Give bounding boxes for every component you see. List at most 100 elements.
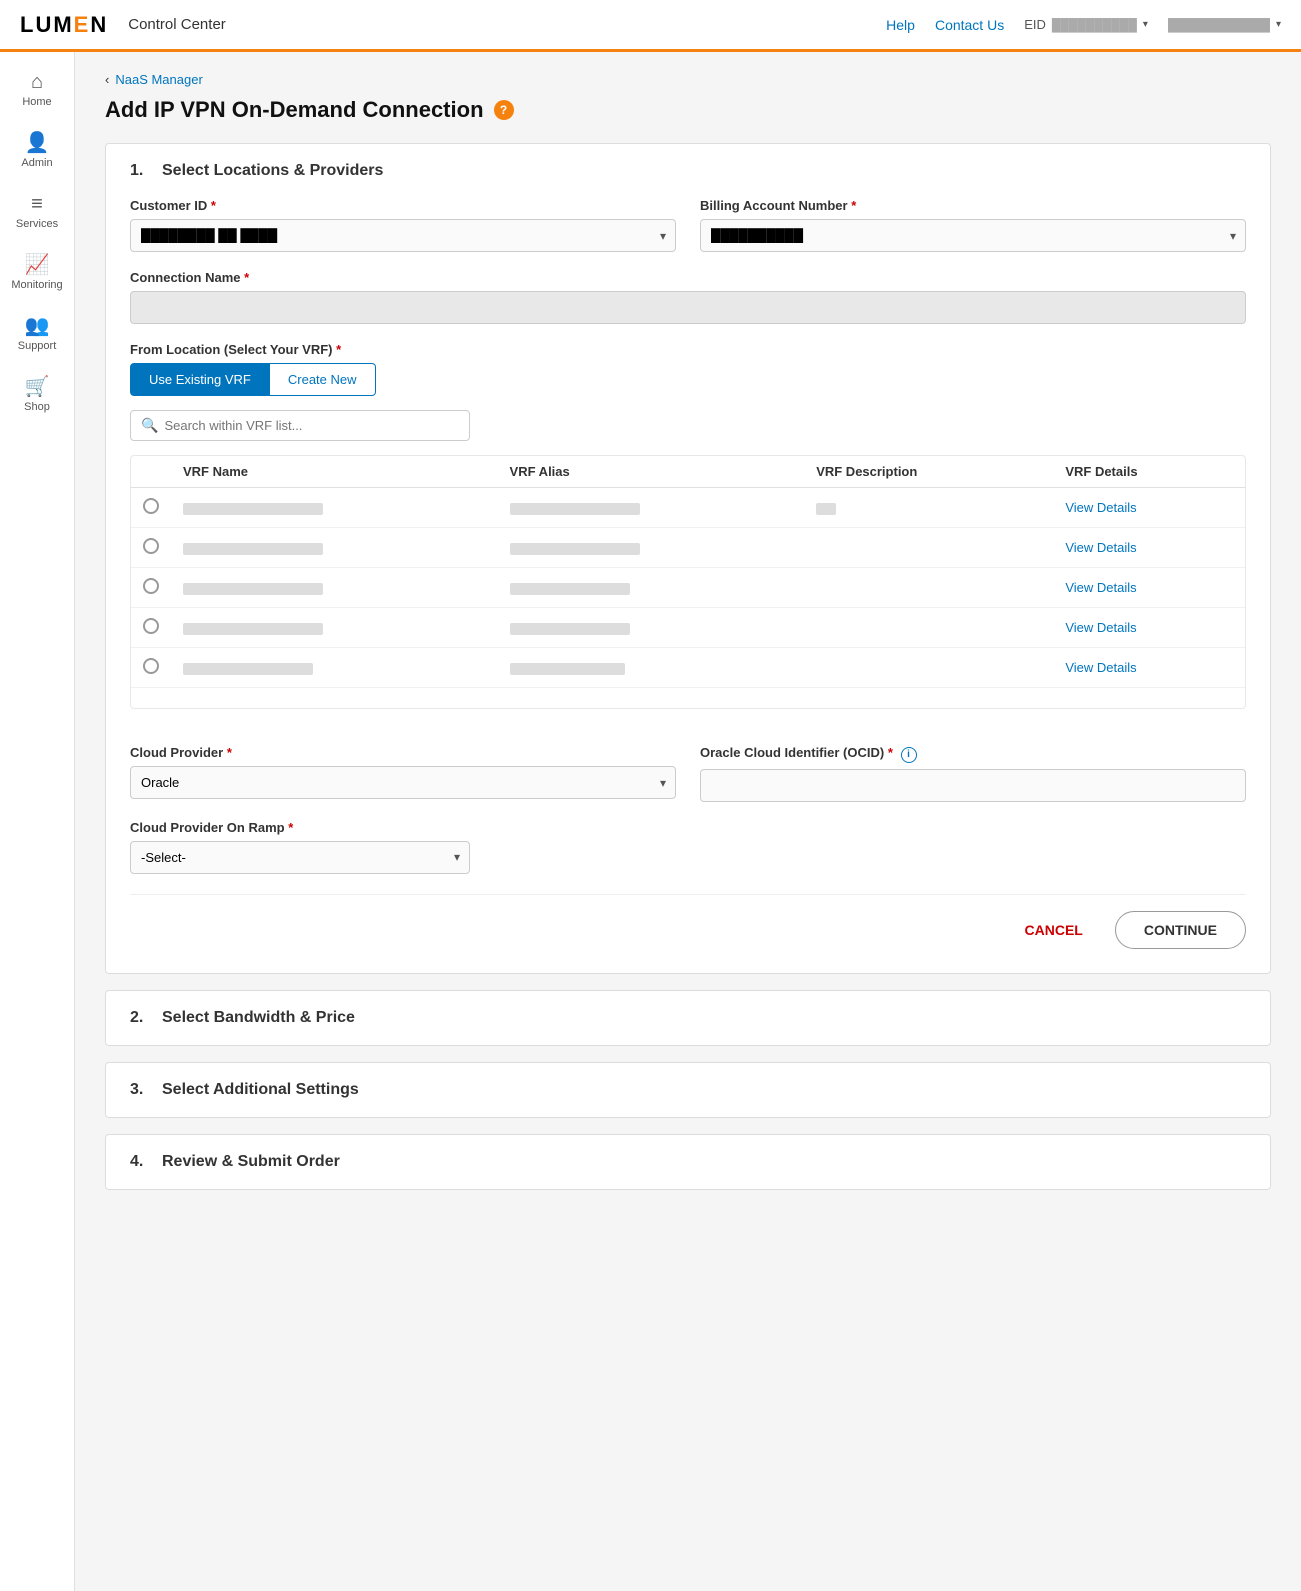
vrf-row-alias — [498, 568, 805, 608]
account-value: ████████████ — [1168, 18, 1270, 32]
vrf-col-details: VRF Details — [1053, 456, 1245, 488]
sidebar-item-home[interactable]: ⌂ Home — [0, 62, 74, 118]
form-actions: CANCEL CONTINUE — [130, 894, 1246, 949]
from-location-group: From Location (Select Your VRF) * Use Ex… — [130, 342, 1246, 727]
step-1-title: Select Locations & Providers — [162, 162, 383, 180]
radio-button[interactable] — [143, 538, 159, 554]
account-dropdown[interactable]: ████████████ ▾ — [1168, 18, 1281, 32]
step-2-header: 2. Select Bandwidth & Price — [106, 991, 1270, 1045]
sidebar-item-label: Services — [16, 218, 58, 230]
step-2-number: 2. — [130, 1009, 150, 1027]
on-ramp-group: Cloud Provider On Ramp * -Select- ▾ — [130, 820, 470, 874]
use-existing-vrf-tab[interactable]: Use Existing VRF — [130, 363, 270, 396]
vrf-col-alias: VRF Alias — [498, 456, 805, 488]
logo: LUMEN — [20, 12, 108, 38]
billing-account-select[interactable]: ██████████ — [700, 219, 1246, 252]
main-content: ‹ NaaS Manager Add IP VPN On-Demand Conn… — [75, 52, 1301, 1591]
vrf-row-radio-cell[interactable] — [131, 488, 171, 528]
ocid-label: Oracle Cloud Identifier (OCID) * i — [700, 745, 1246, 763]
view-details-link[interactable]: View Details — [1065, 580, 1136, 595]
cloud-provider-select[interactable]: Oracle AWS Azure Google Cloud — [130, 766, 676, 799]
form-row-from-location: From Location (Select Your VRF) * Use Ex… — [130, 342, 1246, 727]
radio-button[interactable] — [143, 578, 159, 594]
cancel-button[interactable]: CANCEL — [1009, 911, 1099, 949]
vrf-row-details[interactable]: View Details — [1053, 608, 1245, 648]
vrf-row-details[interactable]: View Details — [1053, 528, 1245, 568]
billing-account-select-wrapper[interactable]: ██████████ ▾ — [700, 219, 1246, 252]
vrf-row-details[interactable]: View Details — [1053, 648, 1245, 688]
vrf-row-name — [171, 568, 498, 608]
table-row: View Details — [131, 568, 1245, 608]
vrf-row-radio-cell[interactable] — [131, 608, 171, 648]
step-4-title: Review & Submit Order — [162, 1153, 340, 1171]
form-row-on-ramp: Cloud Provider On Ramp * -Select- ▾ — [130, 820, 1246, 874]
sidebar-item-support[interactable]: 👥 Support — [0, 306, 74, 362]
sidebar-item-services[interactable]: ≡ Services — [0, 184, 74, 240]
vrf-row-description — [804, 568, 1053, 608]
view-details-link[interactable]: View Details — [1065, 500, 1136, 515]
vrf-row-alias — [498, 608, 805, 648]
vrf-search-box[interactable]: 🔍 — [130, 410, 470, 441]
vrf-row-alias — [498, 528, 805, 568]
from-location-label: From Location (Select Your VRF) * — [130, 342, 1246, 357]
vrf-row-radio-cell[interactable] — [131, 568, 171, 608]
cloud-provider-select-wrapper[interactable]: Oracle AWS Azure Google Cloud ▾ — [130, 766, 676, 799]
on-ramp-select[interactable]: -Select- — [130, 841, 470, 874]
help-circle-icon[interactable]: ? — [494, 100, 514, 120]
vrf-row-radio-cell[interactable] — [131, 648, 171, 688]
sidebar-item-label: Support — [18, 340, 57, 352]
step-4-header: 4. Review & Submit Order — [106, 1135, 1270, 1189]
sidebar-item-label: Home — [22, 96, 51, 108]
vrf-row-description — [804, 488, 1053, 528]
radio-button[interactable] — [143, 498, 159, 514]
connection-name-input[interactable] — [130, 291, 1246, 324]
sidebar-item-monitoring[interactable]: 📈 Monitoring — [0, 245, 74, 301]
continue-button[interactable]: CONTINUE — [1115, 911, 1246, 949]
vrf-row-alias — [498, 488, 805, 528]
radio-button[interactable] — [143, 618, 159, 634]
customer-id-label: Customer ID * — [130, 198, 676, 213]
view-details-link[interactable]: View Details — [1065, 660, 1136, 675]
vrf-table-scroll[interactable]: VRF Name VRF Alias VRF Description VRF D… — [131, 456, 1245, 708]
view-details-link[interactable]: View Details — [1065, 620, 1136, 635]
customer-id-select[interactable]: ████████ ██ ████ — [130, 219, 676, 252]
vrf-row-radio-cell[interactable] — [131, 528, 171, 568]
on-ramp-select-wrapper[interactable]: -Select- ▾ — [130, 841, 470, 874]
ocid-info-icon[interactable]: i — [901, 747, 917, 763]
home-icon: ⌂ — [31, 72, 43, 92]
view-details-link[interactable]: View Details — [1065, 540, 1136, 555]
ocid-input[interactable] — [700, 769, 1246, 802]
vrf-col-description: VRF Description — [804, 456, 1053, 488]
vrf-row-alias — [498, 648, 805, 688]
step-2-card: 2. Select Bandwidth & Price — [105, 990, 1271, 1046]
vrf-search-input[interactable] — [164, 418, 459, 433]
step-3-title: Select Additional Settings — [162, 1081, 359, 1099]
step-2-title: Select Bandwidth & Price — [162, 1009, 355, 1027]
sidebar-item-shop[interactable]: 🛒 Shop — [0, 367, 74, 423]
vrf-row-description — [804, 528, 1053, 568]
customer-id-select-wrapper[interactable]: ████████ ██ ████ ▾ — [130, 219, 676, 252]
vrf-row-description — [804, 608, 1053, 648]
vrf-row-name — [171, 488, 498, 528]
vrf-row-details[interactable]: View Details — [1053, 488, 1245, 528]
admin-icon: 👤 — [25, 133, 50, 153]
sidebar-item-admin[interactable]: 👤 Admin — [0, 123, 74, 179]
billing-account-label: Billing Account Number * — [700, 198, 1246, 213]
support-icon: 👥 — [25, 316, 50, 336]
breadcrumb-parent-link[interactable]: NaaS Manager — [115, 72, 202, 87]
eid-dropdown[interactable]: EID ██████████ ▾ — [1024, 17, 1148, 32]
help-link[interactable]: Help — [886, 17, 915, 33]
step-1-number: 1. — [130, 162, 150, 180]
radio-button[interactable] — [143, 658, 159, 674]
create-new-vrf-tab[interactable]: Create New — [270, 363, 376, 396]
app-title: Control Center — [128, 16, 886, 33]
form-row-customer-billing: Customer ID * ████████ ██ ████ ▾ Billing… — [130, 198, 1246, 252]
eid-label: EID — [1024, 17, 1046, 32]
table-row: View Details — [131, 608, 1245, 648]
vrf-row-details[interactable]: View Details — [1053, 568, 1245, 608]
table-row: View Details — [131, 528, 1245, 568]
contact-link[interactable]: Contact Us — [935, 17, 1004, 33]
connection-name-group: Connection Name * — [130, 270, 1246, 324]
vrf-col-radio — [131, 456, 171, 488]
vrf-row-name — [171, 528, 498, 568]
